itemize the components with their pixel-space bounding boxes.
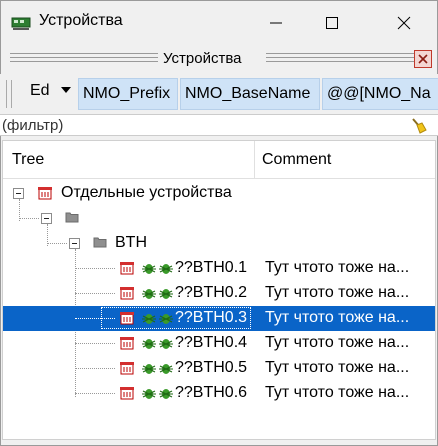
collapse-toggle[interactable] bbox=[41, 213, 52, 224]
broom-icon[interactable] bbox=[410, 117, 428, 135]
bug-icon bbox=[142, 339, 156, 349]
device-icon bbox=[120, 362, 134, 375]
column-header-tree[interactable]: Tree bbox=[12, 151, 44, 169]
header-divider[interactable] bbox=[254, 141, 255, 179]
device-comment: Тут чтото тоже на... bbox=[265, 334, 410, 351]
bug-icon bbox=[142, 314, 156, 324]
tree-line bbox=[19, 218, 39, 219]
tree-line bbox=[75, 268, 115, 269]
device-icon bbox=[120, 312, 134, 325]
column-header-comment[interactable]: Comment bbox=[262, 151, 331, 169]
maximize-icon bbox=[326, 17, 338, 29]
dock-grip-right bbox=[266, 53, 416, 62]
tree-line bbox=[75, 343, 115, 344]
dock-grip-left bbox=[10, 53, 158, 62]
tree-row-device[interactable]: ??BTH0.3 Тут чтото тоже на... bbox=[3, 306, 435, 331]
device-icon bbox=[120, 387, 134, 400]
device-comment: Тут чтото тоже на... bbox=[265, 359, 410, 376]
minimize-icon bbox=[270, 22, 282, 24]
tree-row-device[interactable]: ??BTH0.6 Тут чтото тоже на... bbox=[3, 381, 435, 406]
close-icon bbox=[397, 16, 411, 30]
dock-title: Устройства bbox=[163, 50, 242, 67]
column-chip-name-expr[interactable]: @@[NMO_Na bbox=[322, 78, 438, 110]
device-label: ??BTH0.5 bbox=[175, 359, 248, 376]
close-button[interactable] bbox=[381, 1, 427, 45]
bug-icon bbox=[142, 364, 156, 374]
device-label: ??BTH0.3 bbox=[175, 309, 248, 326]
toolbar-grip[interactable] bbox=[6, 80, 12, 108]
device-label: ??BTH0.4 bbox=[175, 334, 248, 351]
device-comment: Тут чтото тоже на... bbox=[265, 259, 410, 276]
tree-row-device[interactable]: ??BTH0.1 Тут чтото тоже на... bbox=[3, 256, 435, 281]
tree-row-device[interactable]: ??BTH0.2 Тут чтото тоже на... bbox=[3, 281, 435, 306]
app-icon bbox=[11, 17, 31, 30]
bug-icon bbox=[142, 389, 156, 399]
tree-row-root[interactable]: Отдельные устройства bbox=[3, 181, 435, 206]
bug-icon bbox=[159, 389, 173, 399]
filter-bar bbox=[0, 114, 438, 136]
chevron-down-icon[interactable] bbox=[60, 84, 72, 96]
folder-icon bbox=[93, 237, 107, 248]
device-icon bbox=[120, 262, 134, 275]
bug-icon bbox=[142, 264, 156, 274]
dock-title-bar[interactable]: Устройства bbox=[8, 50, 428, 70]
dock-close-button[interactable] bbox=[414, 50, 432, 68]
bug-icon bbox=[159, 339, 173, 349]
bug-icon bbox=[159, 314, 173, 324]
device-icon bbox=[120, 337, 134, 350]
title-bar: Устройства bbox=[0, 0, 438, 44]
device-label: ??BTH0.6 bbox=[175, 384, 248, 401]
tree-line bbox=[75, 368, 115, 369]
column-chip-basename[interactable]: NMO_BaseName bbox=[180, 78, 320, 110]
tree-label-root: Отдельные устройства bbox=[61, 184, 232, 201]
tree-row-group[interactable] bbox=[3, 206, 435, 231]
column-toolbar: Ed NMO_Prefix NMO_BaseName @@[NMO_Na bbox=[0, 74, 438, 114]
close-icon bbox=[418, 54, 428, 64]
column-chip-prefix[interactable]: NMO_Prefix bbox=[78, 78, 178, 110]
minimize-button[interactable] bbox=[253, 1, 299, 45]
tree-header: Tree Comment bbox=[3, 141, 435, 179]
tree-row-device[interactable]: ??BTH0.4 Тут чтото тоже на... bbox=[3, 331, 435, 356]
device-tree[interactable]: Tree Comment Отдельные устройства BTH ??… bbox=[2, 140, 436, 440]
device-label: ??BTH0.2 bbox=[175, 284, 248, 301]
editor-dropdown[interactable]: Ed bbox=[30, 82, 50, 100]
tree-line bbox=[47, 243, 67, 244]
device-comment: Тут чтото тоже на... bbox=[265, 309, 410, 326]
bug-icon bbox=[159, 289, 173, 299]
maximize-button[interactable] bbox=[309, 1, 355, 45]
collapse-toggle[interactable] bbox=[13, 188, 24, 199]
tree-line bbox=[75, 393, 115, 394]
device-group-icon bbox=[38, 187, 52, 200]
device-comment: Тут чтото тоже на... bbox=[265, 284, 410, 301]
filter-input[interactable] bbox=[2, 116, 402, 134]
device-comment: Тут чтото тоже на... bbox=[265, 384, 410, 401]
tree-row-bth[interactable]: BTH bbox=[3, 231, 435, 256]
collapse-toggle[interactable] bbox=[69, 238, 80, 249]
folder-icon bbox=[65, 212, 79, 223]
bug-icon bbox=[159, 364, 173, 374]
device-label: ??BTH0.1 bbox=[175, 259, 248, 276]
tree-row-device[interactable]: ??BTH0.5 Тут чтото тоже на... bbox=[3, 356, 435, 381]
device-icon bbox=[120, 287, 134, 300]
tree-label-bth: BTH bbox=[115, 234, 147, 251]
window-title: Устройства bbox=[39, 12, 123, 29]
bug-icon bbox=[159, 264, 173, 274]
tree-line bbox=[75, 293, 115, 294]
bug-icon bbox=[142, 289, 156, 299]
